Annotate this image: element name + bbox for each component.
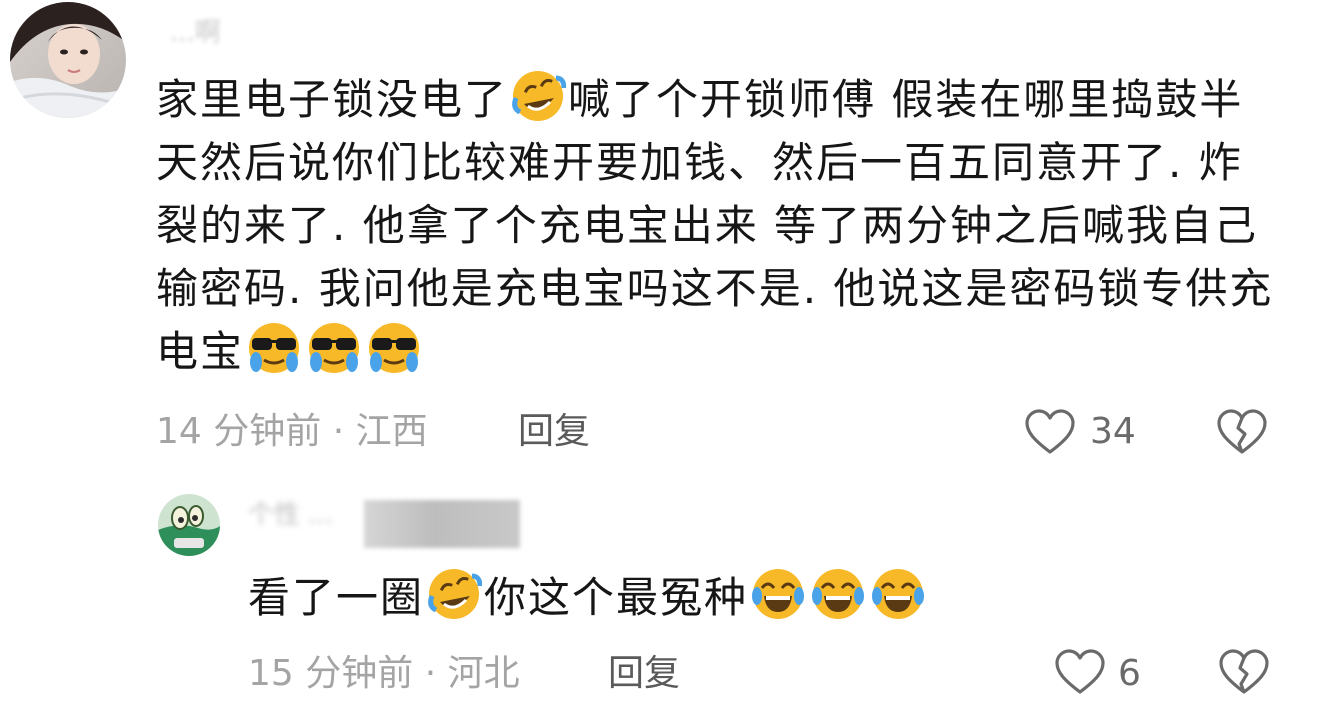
rofl-emoji	[426, 566, 483, 622]
sunglasses-crying-emoji	[246, 320, 302, 376]
sunglasses-crying-emoji	[306, 320, 362, 376]
broken-heart-icon[interactable]	[1218, 648, 1270, 696]
blurred-username-mask	[364, 500, 520, 548]
broken-heart-icon[interactable]	[1216, 408, 1268, 456]
laughing-tears-emoji	[750, 566, 806, 622]
heart-icon[interactable]	[1024, 408, 1076, 456]
username[interactable]: 个性 ...	[248, 500, 333, 530]
like-count: 6	[1118, 653, 1141, 694]
heart-icon[interactable]	[1054, 648, 1106, 696]
laughing-tears-emoji	[810, 566, 866, 622]
avatar[interactable]	[158, 494, 220, 556]
avatar-photo-icon	[10, 2, 126, 118]
comment-text-part: 家里电子锁没电了	[156, 75, 509, 124]
comment-meta: 15 分钟前 · 河北	[248, 653, 520, 694]
comment-text: 看了一圈 你这个最冤种	[248, 566, 1148, 629]
reply-button[interactable]: 回复	[518, 410, 590, 454]
laughing-tears-emoji	[870, 566, 926, 622]
comment-text: 家里电子锁没电了 喊了个开锁师傅 假装在哪里捣鼓半天然后说你们比较难开要加钱、然后…	[156, 68, 1276, 383]
like-count: 34	[1090, 411, 1136, 452]
avatar-cartoon-icon	[158, 494, 220, 556]
comment-text-part: 看了一圈	[248, 573, 425, 622]
username[interactable]: ...啊	[170, 18, 221, 48]
sunglasses-crying-emoji	[366, 320, 422, 376]
comment-text-part: 你这个最冤种	[484, 573, 749, 622]
comment-meta: 14 分钟前 · 江西	[156, 411, 428, 452]
avatar[interactable]	[10, 2, 126, 118]
reply-button[interactable]: 回复	[608, 652, 680, 696]
rofl-emoji	[510, 68, 567, 124]
